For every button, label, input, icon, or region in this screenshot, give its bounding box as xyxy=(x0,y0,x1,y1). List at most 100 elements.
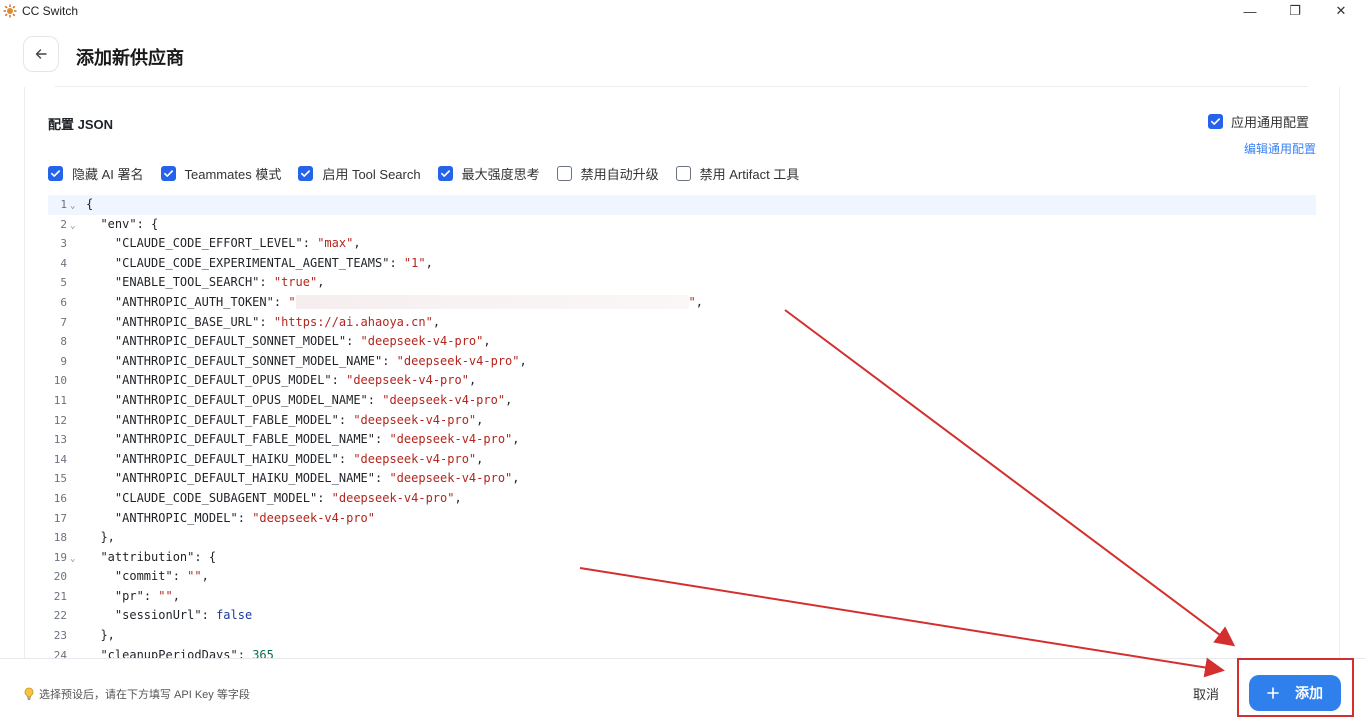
code-line: 15 "ANTHROPIC_DEFAULT_HAIKU_MODEL_NAME":… xyxy=(48,469,1316,489)
app-logo-icon xyxy=(3,4,17,18)
code-line: 10 "ANTHROPIC_DEFAULT_OPUS_MODEL": "deep… xyxy=(48,371,1316,391)
line-number: 3 xyxy=(60,237,67,251)
json-key: "ANTHROPIC_DEFAULT_SONNET_MODEL_NAME" xyxy=(114,353,383,368)
code-line: 8 "ANTHROPIC_DEFAULT_SONNET_MODEL": "dee… xyxy=(48,332,1316,352)
line-number: 6 xyxy=(60,295,67,309)
code-line: 24 "cleanupPeriodDays": 365 xyxy=(48,646,1316,658)
json-value: "max" xyxy=(317,236,354,251)
line-number: 17 xyxy=(53,511,67,525)
code-line: 21 "pr": "", xyxy=(48,587,1316,607)
code-line: 6 "ANTHROPIC_AUTH_TOKEN": " ", xyxy=(48,293,1316,313)
code-text: "ANTHROPIC_DEFAULT_HAIKU_MODEL_NAME": "d… xyxy=(114,471,520,486)
code-text: "ANTHROPIC_AUTH_TOKEN": " ", xyxy=(114,294,704,310)
checkbox-checked-icon xyxy=(1208,114,1223,129)
line-number: 8 xyxy=(60,335,67,349)
code-text: "ANTHROPIC_DEFAULT_SONNET_MODEL": "deeps… xyxy=(114,334,491,349)
json-key: "CLAUDE_CODE_EXPERIMENTAL_AGENT_TEAMS" xyxy=(114,255,390,270)
json-key: "ANTHROPIC_MODEL" xyxy=(114,510,238,525)
page-title: 添加新供应商 xyxy=(76,48,184,68)
json-editor[interactable]: 1 ⌄{2 ⌄ "env": {3 "CLAUDE_CODE_EFFORT_LEVE… xyxy=(48,195,1316,658)
line-number: 10 xyxy=(53,374,67,388)
maximize-button[interactable]: ❐ xyxy=(1272,0,1318,22)
line-number: 22 xyxy=(53,609,67,623)
json-key: "attribution" xyxy=(100,549,195,564)
json-key: "ANTHROPIC_DEFAULT_HAIKU_MODEL" xyxy=(114,451,339,466)
code-line: 7 "ANTHROPIC_BASE_URL": "https://ai.ahao… xyxy=(48,313,1316,333)
json-punct: , xyxy=(468,373,477,388)
apply-common-config-checkbox[interactable]: 应用通用配置 xyxy=(1208,112,1309,131)
json-punct: , xyxy=(353,236,361,251)
json-punct: , xyxy=(172,588,180,603)
checkbox-unchecked-icon xyxy=(675,165,691,181)
json-value: " xyxy=(288,294,296,309)
json-value: "https://ai.ahaoya.cn" xyxy=(273,314,433,329)
minimize-button[interactable]: — xyxy=(1227,0,1273,22)
option-label: 启用 Tool Search xyxy=(322,166,421,182)
option-checkbox[interactable]: Teammates 模式 xyxy=(160,164,281,183)
line-number: 13 xyxy=(53,433,67,447)
json-punct: }, xyxy=(100,530,115,545)
code-line: 23 }, xyxy=(48,626,1316,646)
code-text: "ANTHROPIC_DEFAULT_OPUS_MODEL": "deepsee… xyxy=(114,373,477,388)
json-value: 365 xyxy=(252,647,274,658)
code-text: "ANTHROPIC_DEFAULT_OPUS_MODEL_NAME": "de… xyxy=(114,392,513,407)
close-window-button[interactable]: ✕ xyxy=(1318,0,1364,22)
option-checkbox-row: 隐藏 AI 署名 Teammates 模式 启用 Tool Search 最大强度思考… xyxy=(48,164,816,182)
checkbox-checked-icon xyxy=(437,165,453,181)
line-number: 15 xyxy=(53,472,67,486)
code-line: 5 "ENABLE_TOOL_SEARCH": "true", xyxy=(48,273,1316,293)
code-text: { xyxy=(86,195,93,215)
code-text: "ENABLE_TOOL_SEARCH": "true", xyxy=(114,275,325,290)
json-value: "deepseek-v4-pro" xyxy=(360,334,484,349)
redacted-token xyxy=(295,295,689,310)
json-key: "ANTHROPIC_DEFAULT_SONNET_MODEL" xyxy=(114,334,347,349)
edit-common-config-link[interactable]: 编辑通用配置 xyxy=(1244,140,1316,157)
footer-divider xyxy=(0,658,1365,659)
json-value: "deepseek-v4-pro" xyxy=(252,510,376,525)
code-line: 16 "CLAUDE_CODE_SUBAGENT_MODEL": "deepse… xyxy=(48,489,1316,509)
option-label: 禁用自动升级 xyxy=(580,166,659,182)
line-number: 11 xyxy=(53,393,67,407)
json-key: "ANTHROPIC_DEFAULT_HAIKU_MODEL_NAME" xyxy=(114,471,375,486)
json-key: "env" xyxy=(100,216,137,231)
line-number: 24 xyxy=(53,648,67,658)
json-value: "deepseek-v4-pro" xyxy=(389,471,513,486)
json-punct: : { xyxy=(194,549,217,564)
close-icon: ✕ xyxy=(1335,3,1347,18)
json-value: "deepseek-v4-pro" xyxy=(353,451,477,466)
json-value: "deepseek-v4-pro" xyxy=(331,490,455,505)
option-label: 隐藏 AI 署名 xyxy=(72,166,144,182)
option-checkbox[interactable]: 禁用 Artifact 工具 xyxy=(675,164,799,183)
line-number: 5 xyxy=(60,276,67,290)
option-checkbox[interactable]: 最大强度思考 xyxy=(437,164,540,183)
json-value: "deepseek-v4-pro" xyxy=(382,392,506,407)
back-button[interactable] xyxy=(23,36,59,72)
checkbox-checked-icon xyxy=(48,165,63,181)
code-text: "ANTHROPIC_DEFAULT_SONNET_MODEL_NAME": "… xyxy=(114,353,527,368)
json-value: "" xyxy=(158,588,173,603)
line-number: 18 xyxy=(53,531,67,545)
json-punct: , xyxy=(201,569,209,584)
json-key: "cleanupPeriodDays" xyxy=(100,647,238,658)
line-number: 9 xyxy=(60,354,67,368)
json-key: "ANTHROPIC_DEFAULT_FABLE_MODEL" xyxy=(114,412,339,427)
line-number: 1 xyxy=(60,198,67,211)
code-text: "attribution": { xyxy=(86,548,216,568)
lightbulb-icon xyxy=(24,687,34,701)
line-number: 14 xyxy=(53,452,67,466)
option-checkbox[interactable]: 隐藏 AI 署名 xyxy=(48,164,144,183)
option-checkbox[interactable]: 启用 Tool Search xyxy=(298,164,421,183)
json-punct: , xyxy=(512,432,520,447)
json-punct: , xyxy=(695,294,704,309)
json-value: "deepseek-v4-pro" xyxy=(346,373,469,388)
json-punct: , xyxy=(476,412,484,427)
code-line: 17 "ANTHROPIC_MODEL": "deepseek-v4-pro" xyxy=(48,509,1316,529)
json-punct: , xyxy=(512,471,520,486)
cancel-button[interactable]: 取消 xyxy=(1176,677,1236,709)
apply-common-config-label: 应用通用配置 xyxy=(1231,115,1310,130)
checkbox-checked-icon xyxy=(298,165,314,181)
json-punct: , xyxy=(454,490,462,505)
option-checkbox[interactable]: 禁用自动升级 xyxy=(556,164,659,183)
code-line: 11 "ANTHROPIC_DEFAULT_OPUS_MODEL_NAME": … xyxy=(48,391,1316,411)
code-line: 14 "ANTHROPIC_DEFAULT_HAIKU_MODEL": "dee… xyxy=(48,450,1316,470)
